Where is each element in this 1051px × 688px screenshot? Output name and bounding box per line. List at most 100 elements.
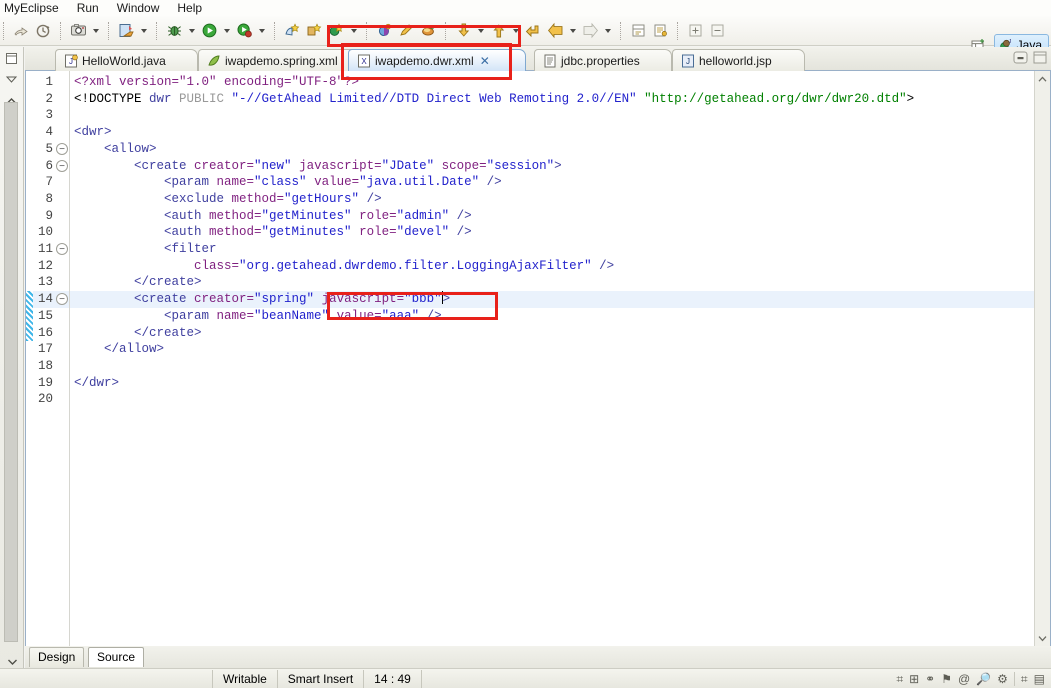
editor-layout-icon[interactable]: ▤: [1034, 672, 1045, 686]
chevron-down-icon[interactable]: [89, 20, 102, 42]
deploy-icon[interactable]: [115, 20, 137, 42]
left-view-scrollbar[interactable]: [4, 102, 18, 642]
code-token-attr: creator=: [194, 158, 255, 173]
editor-vertical-scrollbar[interactable]: [1034, 71, 1050, 646]
bottom-tab-design[interactable]: Design: [29, 647, 85, 667]
status-spacer: [420, 669, 890, 688]
settings-icon[interactable]: ⚙: [997, 672, 1008, 686]
editor-tab-helloworld-jsp[interactable]: Jhelloworld.jsp: [672, 49, 805, 71]
task-icon[interactable]: ⚑: [941, 672, 952, 686]
open-perspective-shortcut-icon[interactable]: [649, 20, 671, 42]
scroll-up-arrow-icon[interactable]: [1035, 71, 1050, 87]
editor-tab-jdbc-properties[interactable]: jdbc.properties: [534, 49, 672, 71]
previous-annotation-icon[interactable]: [487, 20, 509, 42]
open-task-icon[interactable]: [395, 20, 417, 42]
fold-collapse-icon[interactable]: −: [56, 159, 68, 172]
line-number: 1: [45, 75, 53, 89]
editor-tab-label: helloworld.jsp: [699, 53, 772, 68]
chevron-down-icon[interactable]: [509, 20, 522, 42]
quick-search-icon[interactable]: 🔎: [976, 672, 991, 686]
restore-view-icon[interactable]: [0, 49, 22, 67]
last-edit-location-icon[interactable]: [522, 20, 544, 42]
open-type-icon[interactable]: [373, 20, 395, 42]
collapse-all-icon[interactable]: [706, 20, 728, 42]
chevron-down-icon[interactable]: [137, 20, 150, 42]
editor-tab-helloworld-java[interactable]: J HelloWorld.java: [55, 49, 198, 71]
code-token-tag: dwr: [149, 91, 180, 106]
scroll-down-arrow-icon[interactable]: [1035, 630, 1050, 646]
editor-gutter[interactable]: 1 2 3 4 5−6−7 8 9 10 11−12 13 14−15 16 17 18 19 20: [26, 71, 70, 646]
run-icon[interactable]: [198, 20, 220, 42]
toolbar-group-new-java: [278, 18, 363, 44]
debug-icon[interactable]: [163, 20, 185, 42]
line-number: 11: [37, 242, 53, 256]
chevron-down-icon[interactable]: [347, 20, 360, 42]
line-number: 20: [37, 392, 53, 407]
fold-collapse-icon[interactable]: −: [56, 293, 68, 306]
chevron-down-icon[interactable]: [566, 20, 579, 42]
menu-item-myeclipse[interactable]: MyEclipse: [4, 0, 68, 16]
menu-item-window[interactable]: Window: [117, 0, 169, 16]
code-token-val: "JDate": [381, 158, 435, 173]
chevron-down-icon[interactable]: [185, 20, 198, 42]
line-number: 14: [37, 292, 53, 307]
chevron-down-icon[interactable]: [474, 20, 487, 42]
block-selection-icon[interactable]: ⌗: [1021, 672, 1028, 686]
toggle-breadcrumb-icon[interactable]: [627, 20, 649, 42]
search-icon[interactable]: [417, 20, 439, 42]
menu-item-help[interactable]: Help: [177, 0, 211, 16]
toolbar-separator: [274, 21, 275, 40]
bottom-tab-source[interactable]: Source: [88, 647, 145, 667]
save-icon[interactable]: [10, 20, 32, 42]
scroll-thumb-track[interactable]: [1035, 87, 1050, 630]
chevron-down-icon[interactable]: [220, 20, 233, 42]
link-with-editor-icon[interactable]: ⚭: [925, 672, 935, 686]
back-icon[interactable]: [544, 20, 566, 42]
code-token-attr: scope=: [441, 158, 487, 173]
new-java-package-icon[interactable]: [281, 20, 303, 42]
next-annotation-icon[interactable]: [452, 20, 474, 42]
maximize-icon[interactable]: [1033, 51, 1047, 67]
editor-area: J HelloWorld.java iwapdemo.spring.xml Xiwap…: [25, 47, 1051, 668]
new-java-class-icon[interactable]: [303, 20, 325, 42]
close-icon[interactable]: ✕: [480, 54, 490, 68]
toggle-mark-occurrences-icon[interactable]: ⌗: [896, 672, 903, 686]
new-java-project-icon[interactable]: [325, 20, 347, 42]
show-whitespace-icon[interactable]: ⊞: [909, 672, 919, 686]
expand-all-icon[interactable]: [684, 20, 706, 42]
code-token-val: "java.util.Date": [359, 175, 480, 190]
fold-collapse-icon[interactable]: −: [56, 142, 68, 155]
status-icon-group-left: ⌗ ⊞ ⚭ ⚑ @ 🔎 ⚙: [890, 672, 1014, 686]
toolbar-separator: [156, 21, 157, 40]
minimize-icon[interactable]: [1013, 51, 1028, 67]
fold-collapse-icon[interactable]: −: [56, 243, 68, 255]
view-menu-icon[interactable]: [0, 70, 22, 88]
code-token-tag: </create>: [134, 275, 202, 290]
code-token-attr: role=: [359, 225, 397, 240]
code-editor-pane[interactable]: 1 2 3 4 5−6−7 8 9 10 11−12 13 14−15 16 17 18 19 20 <?xm…: [25, 71, 1051, 668]
save-all-icon[interactable]: [32, 20, 54, 42]
code-token-tag: >: [554, 158, 562, 173]
forward-icon[interactable]: [579, 20, 601, 42]
chevron-down-icon[interactable]: [255, 20, 268, 42]
run-external-tools-icon[interactable]: [233, 20, 255, 42]
code-token-tag: <create: [134, 292, 195, 307]
editor-tab-iwapdemo-spring-xml[interactable]: iwapdemo.spring.xml: [198, 49, 370, 71]
editor-tab-iwapdemo-dwr-xml[interactable]: Xiwapdemo.dwr.xml ✕: [348, 49, 526, 71]
code-text[interactable]: <?xml version="1.0" encoding="UTF-8"?> <!…: [70, 71, 1034, 646]
at-icon[interactable]: @: [958, 672, 970, 686]
toolbar-group-view: [624, 18, 674, 44]
code-token-tag: <exclude: [164, 191, 232, 206]
menu-item-run[interactable]: Run: [77, 0, 108, 16]
chevron-down-icon[interactable]: [601, 20, 614, 42]
line-number: 19: [37, 375, 53, 390]
toolbar-group-deploy: [112, 18, 153, 44]
new-snapshot-icon[interactable]: [67, 20, 89, 42]
